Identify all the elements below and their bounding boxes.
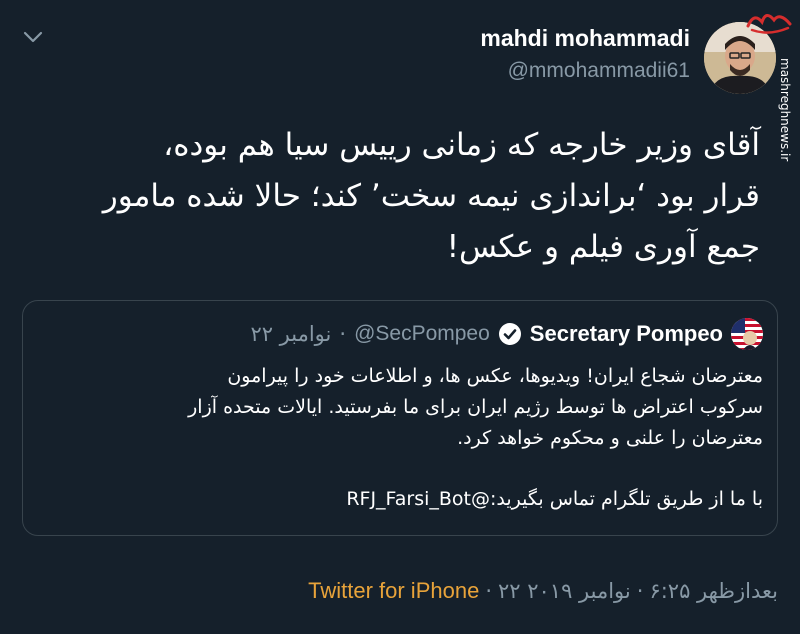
quoted-tweet[interactable]: Secretary Pompeo @SecPompeo · ۲۲ نوامبر … [22,300,778,536]
footer-separator: · [485,579,492,603]
tweet-text: آقای وزیر خارجه که زمانی رییس سیا هم بود… [20,120,760,273]
quoted-date[interactable]: ۲۲ نوامبر [250,322,331,346]
tweet-source-link[interactable]: Twitter for iPhone [308,578,479,604]
quoted-text-line: معترضان شجاع ایران! ویدیوها، عکس ها، و ا… [227,365,763,387]
footer-separator: · [636,579,644,603]
tweet-text-line: آقای وزیر خارجه که زمانی رییس سیا هم بود… [163,127,760,163]
quoted-tweet-header: Secretary Pompeo @SecPompeo · ۲۲ نوامبر [250,318,763,350]
tweet-time[interactable]: ۶:۲۵ بعدازظهر [649,579,778,603]
watermark-logo-icon [746,14,792,34]
watermark-side-text: mashreghnews.ir [778,58,792,162]
author-handle[interactable]: @mmohammadii61 [480,56,690,86]
quoted-tweet-text: معترضان شجاع ایران! ویدیوها، عکس ها، و ا… [33,361,763,515]
us-flag-icon[interactable] [731,318,763,350]
quoted-contact-line: با ما از طریق تلگرام تماس بگیرید:@RFJ_Fa… [346,488,763,510]
tweet-footer: ۶:۲۵ بعدازظهر · ۲۲ نوامبر ۲۰۱۹ · Twitter… [308,578,778,604]
tweet-text-line: قرار بود ‘براندازی نیمه سخت’ کند؛ حالا ش… [102,178,760,214]
verified-badge-icon [498,323,521,345]
chevron-down-icon[interactable] [22,26,44,48]
quoted-text-line: معترضان را علنی و محکوم خواهد کرد. [457,427,763,449]
author-name[interactable]: mahdi mohammadi [480,24,690,52]
quoted-separator: · [339,322,347,346]
tweet-text-line: جمع آوری فیلم و عکس! [446,229,760,265]
quoted-text-line: سرکوب اعتراض ها توسط رژیم ایران برای ما … [188,396,763,418]
tweet-date[interactable]: ۲۲ نوامبر ۲۰۱۹ [498,579,631,603]
watermark-logo [744,6,794,36]
tweet-author[interactable]: mahdi mohammadi @mmohammadii61 [480,24,690,86]
quoted-author-name[interactable]: Secretary Pompeo [530,321,723,347]
quoted-author-handle[interactable]: @SecPompeo [354,322,490,346]
